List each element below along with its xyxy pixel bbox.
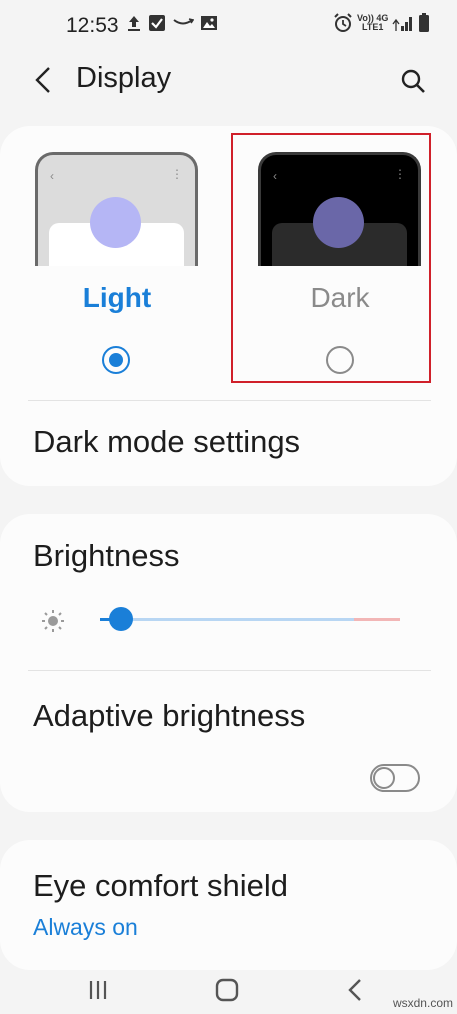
alarm-icon xyxy=(334,13,352,32)
gallery-icon xyxy=(201,16,217,30)
light-mode-option[interactable]: ‹ ⋮ Light xyxy=(17,126,217,396)
volte-icon: Vo)) 4G LTE1 xyxy=(357,14,388,32)
status-right-icons: Vo)) 4G LTE1 xyxy=(333,13,430,33)
recents-icon xyxy=(89,981,107,999)
brightness-label: Brightness xyxy=(33,538,180,573)
recents-button[interactable] xyxy=(68,970,128,1010)
search-button[interactable] xyxy=(396,64,430,98)
watermark: wsxdn.com xyxy=(392,996,453,1010)
eye-comfort-label: Eye comfort shield xyxy=(33,868,288,903)
network-label-bottom: LTE1 xyxy=(362,22,384,32)
preview-avatar xyxy=(90,197,141,248)
eye-comfort-status: Always on xyxy=(33,914,138,940)
divider xyxy=(28,670,431,671)
preview-back-icon: ‹ xyxy=(273,169,277,183)
page-title: Display xyxy=(76,62,172,94)
preview-back-icon: ‹ xyxy=(50,169,54,183)
toggle-knob xyxy=(373,767,395,789)
search-icon xyxy=(401,69,425,93)
brightness-slider-track[interactable] xyxy=(100,618,400,621)
back-button[interactable] xyxy=(28,62,58,98)
battery-icon xyxy=(419,13,430,32)
dark-mode-settings-item[interactable]: Dark mode settings xyxy=(33,424,300,460)
upload-icon xyxy=(128,16,140,31)
status-time: 12:53 xyxy=(66,14,119,37)
light-preview: ‹ ⋮ xyxy=(35,152,198,266)
preview-more-icon: ⋮ xyxy=(394,167,406,181)
theme-card: ‹ ⋮ Light ‹ ⋮ Dark Dark mode settings xyxy=(0,126,457,486)
preview-avatar xyxy=(313,197,364,248)
back-icon xyxy=(348,979,361,1001)
eye-comfort-card[interactable]: Eye comfort shield Always on xyxy=(0,840,457,970)
checkbox-icon xyxy=(149,15,165,31)
amazon-icon xyxy=(173,18,194,25)
light-radio[interactable] xyxy=(102,346,130,374)
status-left-icons xyxy=(126,14,218,32)
dark-preview: ‹ ⋮ xyxy=(258,152,421,266)
chevron-left-icon xyxy=(35,67,50,93)
divider xyxy=(28,400,431,401)
brightness-high-zone xyxy=(354,618,400,621)
preview-more-icon: ⋮ xyxy=(171,167,183,181)
app-bar: Display xyxy=(0,52,457,108)
dark-radio[interactable] xyxy=(326,346,354,374)
sun-icon xyxy=(42,610,64,632)
light-label: Light xyxy=(82,282,152,313)
status-bar: 12:53 Vo)) 4G LTE1 xyxy=(0,0,457,50)
home-button[interactable] xyxy=(197,970,257,1010)
brightness-card: Brightness Adaptive brightness xyxy=(0,514,457,812)
adaptive-brightness-toggle[interactable] xyxy=(370,764,420,792)
nav-back-button[interactable] xyxy=(325,970,385,1010)
navigation-bar: wsxdn.com xyxy=(0,970,457,1014)
home-icon xyxy=(215,978,239,1002)
signal-icon xyxy=(392,17,413,31)
dark-label: Dark xyxy=(310,282,370,313)
adaptive-brightness-label: Adaptive brightness xyxy=(33,698,306,733)
dark-mode-option[interactable]: ‹ ⋮ Dark xyxy=(240,126,440,396)
brightness-slider-thumb[interactable] xyxy=(109,607,133,631)
